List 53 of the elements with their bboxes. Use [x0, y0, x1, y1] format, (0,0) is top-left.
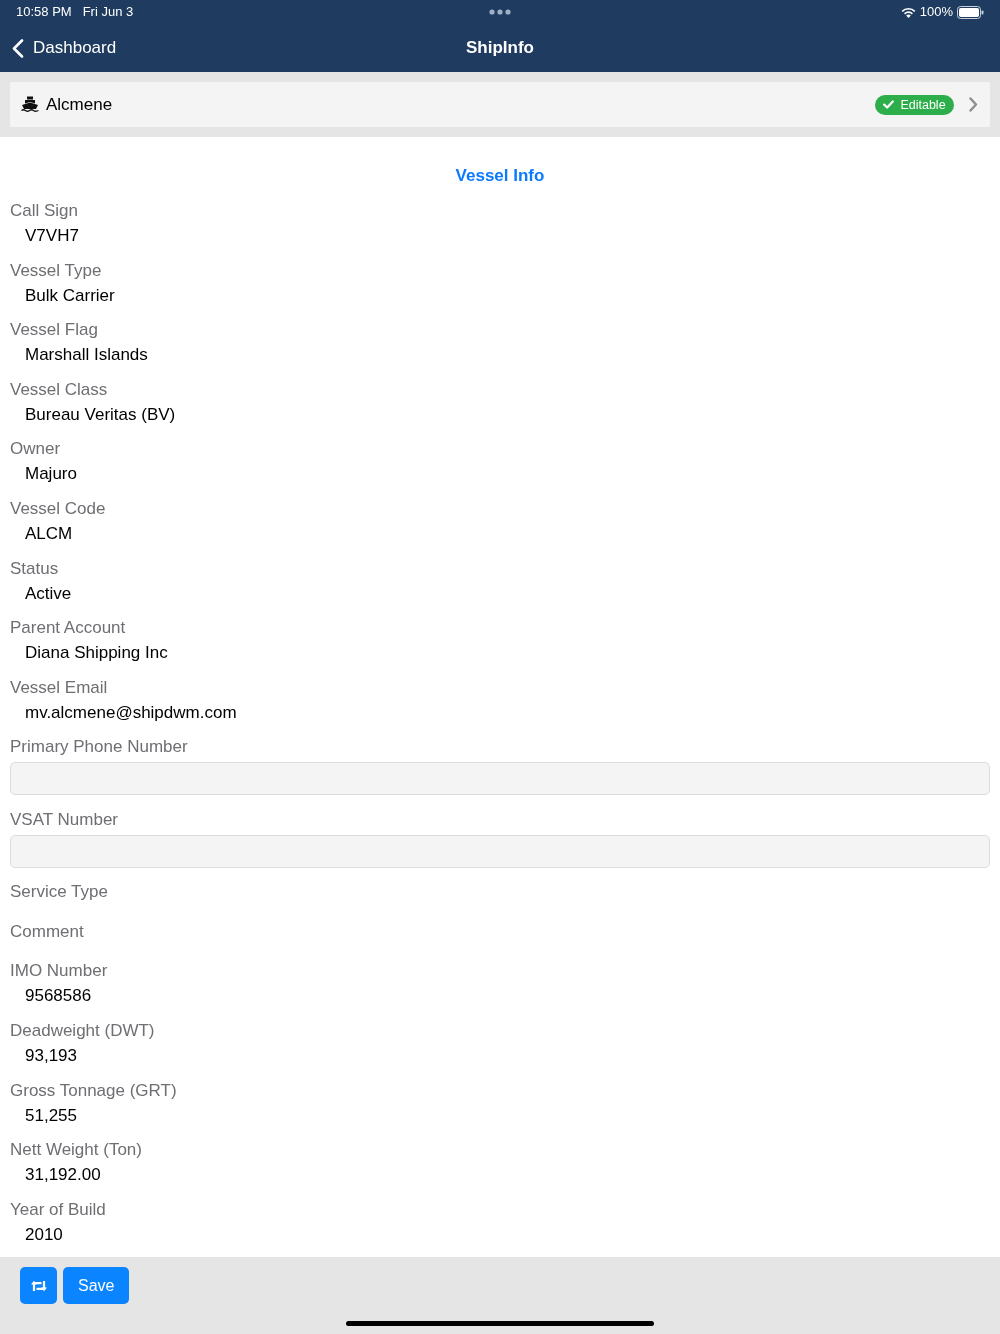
status-time: 10:58 PM: [16, 4, 72, 20]
ship-icon: [21, 96, 39, 113]
field-label: Primary Phone Number: [10, 736, 188, 759]
repeat-button[interactable]: [20, 1267, 57, 1305]
field-value: Bureau Veritas (BV): [25, 403, 176, 426]
field-value: V7VH7: [25, 225, 79, 247]
repeat-icon: [30, 1279, 47, 1292]
input-field[interactable]: [10, 762, 990, 796]
field-label: Parent Account: [10, 617, 126, 640]
field-value: 31,192.00: [25, 1164, 101, 1187]
multitask-dots-icon: [489, 9, 511, 15]
field-value: 51,255: [25, 1104, 77, 1127]
field-value: Active: [25, 582, 72, 605]
field-label: Call Sign: [10, 200, 79, 222]
badge-label: Editable: [900, 96, 946, 113]
chevron-right-icon: [969, 97, 978, 112]
field-label: Owner: [10, 438, 61, 461]
field-label: Nett Weight (Ton): [10, 1139, 142, 1162]
field-value: mv.alcmene@shipdwm.com: [25, 701, 237, 724]
input-field[interactable]: [10, 834, 990, 868]
checkmark-icon: [883, 100, 895, 109]
field-label: Gross Tonnage (GRT): [10, 1079, 177, 1102]
save-button[interactable]: Save: [63, 1267, 130, 1305]
wifi-icon: [900, 6, 916, 18]
field-value: 9568586: [25, 985, 92, 1008]
screen-title: ShipInfo: [466, 37, 534, 59]
field-value: Marshall Islands: [25, 344, 148, 367]
field-value: Bulk Carrier: [25, 284, 115, 307]
field-label: Vessel Class: [10, 378, 108, 401]
status-date: Fri Jun 3: [82, 4, 134, 20]
field-label: Year of Build: [10, 1198, 106, 1221]
battery-percentage: 100%: [919, 4, 953, 20]
field-value: 93,193: [25, 1044, 77, 1067]
field-value: ALCM: [25, 522, 73, 545]
field-label: Status: [10, 557, 59, 580]
section-title: Vessel Info: [455, 165, 545, 187]
vessel-name: Alcmene: [46, 93, 113, 116]
back-button[interactable]: Dashboard: [12, 37, 117, 59]
field-label: Comment: [10, 920, 84, 943]
field-label: VSAT Number: [10, 808, 119, 831]
field-value: Diana Shipping Inc: [25, 642, 168, 665]
chevron-left-icon: [12, 38, 24, 58]
field-value: 2010: [25, 1223, 63, 1246]
field-label: Vessel Email: [10, 676, 108, 699]
vessel-header-bar[interactable]: Alcmene Editable: [10, 82, 990, 127]
field-label: Service Type: [10, 881, 108, 904]
battery-icon: [957, 5, 984, 19]
field-value: Majuro: [25, 463, 77, 486]
field-label: Deadweight (DWT): [10, 1019, 155, 1042]
field-label: Vessel Type: [10, 259, 102, 282]
field-label: IMO Number: [10, 960, 108, 983]
field-label: Vessel Flag: [10, 319, 98, 342]
field-label: Vessel Code: [10, 497, 106, 520]
